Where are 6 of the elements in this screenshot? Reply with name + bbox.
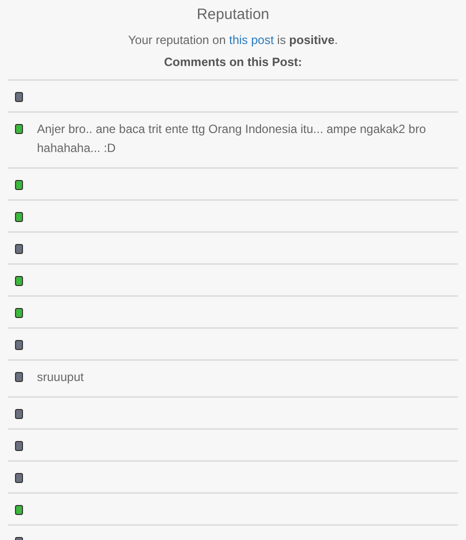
dialog-title: Reputation xyxy=(196,5,270,25)
reputation-summary: Your reputation on this post is positive. xyxy=(127,32,339,49)
comment-text: Anjer bro.. ane baca trit ente ttg Orang Indonesia itu... ampe ngakak2 bro hahahaha... :D xyxy=(37,121,427,157)
comment-text: sruuuput xyxy=(37,369,84,386)
post-link[interactable]: this post xyxy=(229,33,274,47)
comments-heading: Comments on this Post: xyxy=(162,54,303,71)
